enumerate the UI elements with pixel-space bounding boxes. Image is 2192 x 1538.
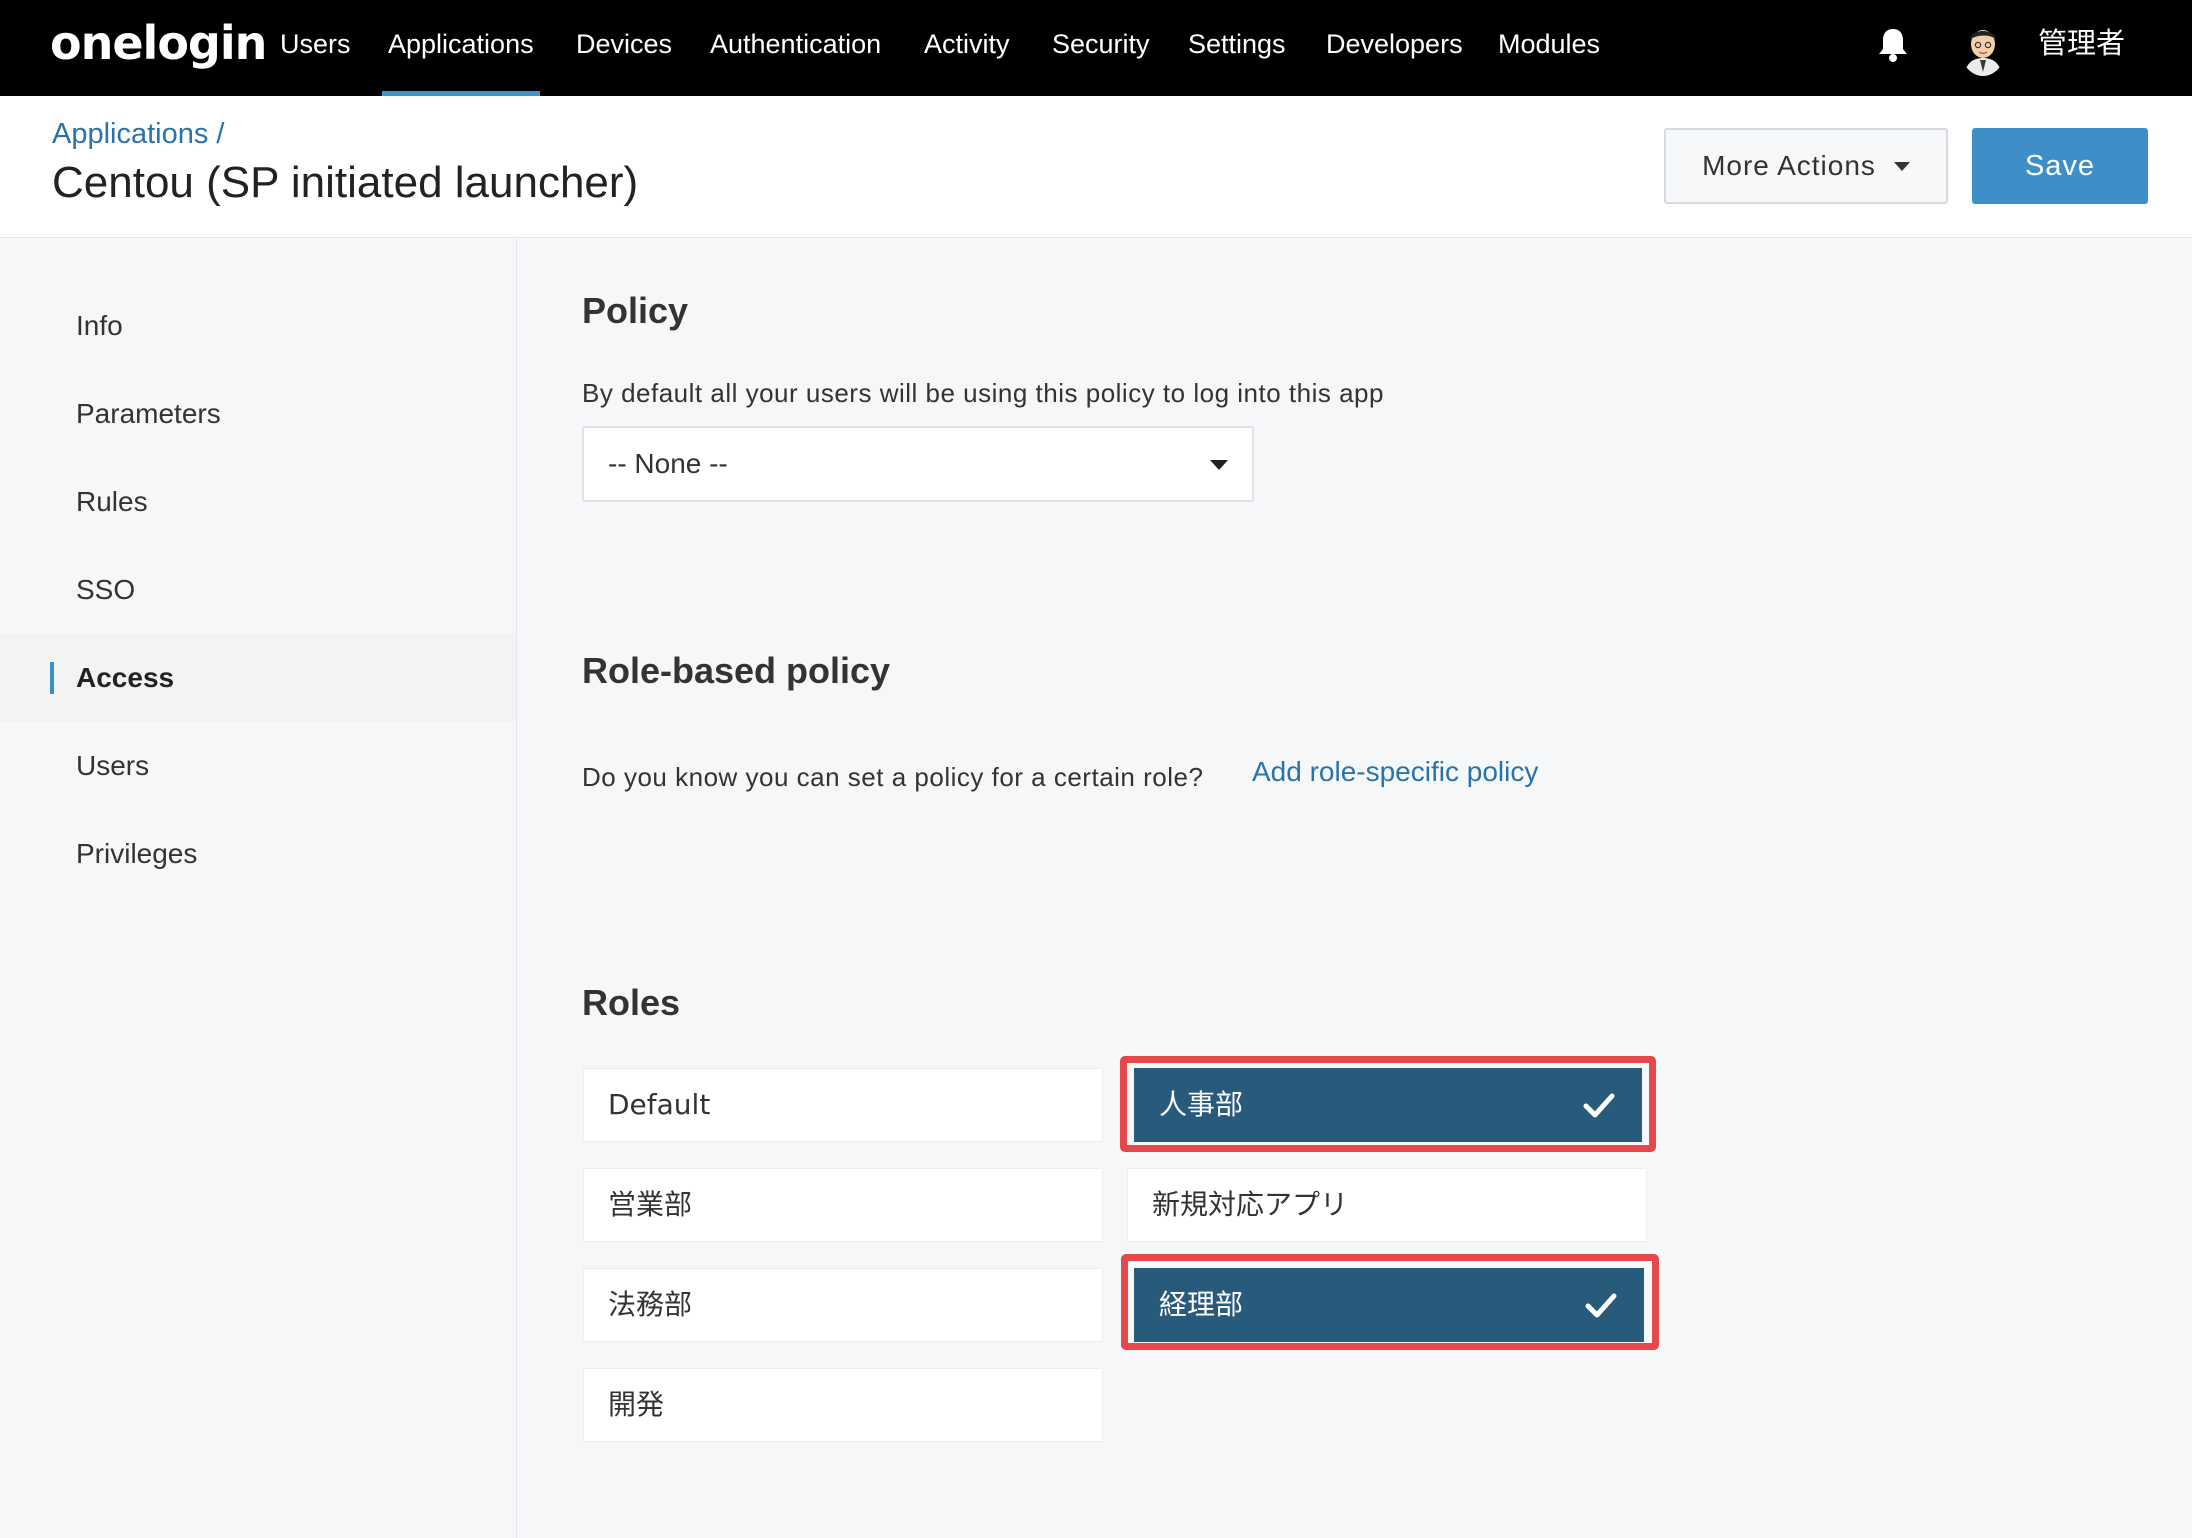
role-label: Default [608,1088,711,1121]
roles-title: Roles [582,982,681,1023]
nav-developers[interactable]: Developers [1320,0,1469,96]
role-label: 人事部 [1159,1088,1244,1121]
sidebar-item-parameters[interactable]: Parameters [0,370,516,458]
add-role-specific-policy-link[interactable]: Add role-specific policy [1252,756,1538,788]
role-item[interactable]: 営業部 [583,1168,1103,1242]
nav-security[interactable]: Security [1046,0,1156,96]
breadcrumb[interactable]: Applications / [52,118,225,151]
role-label: 法務部 [608,1288,693,1321]
role-item[interactable]: Default [583,1068,1103,1142]
sidebar-item-access[interactable]: Access [0,634,516,722]
sidebar: Info Parameters Rules SSO Access Users P… [0,239,517,1538]
nav-modules[interactable]: Modules [1492,0,1606,96]
role-item[interactable]: 法務部 [583,1268,1103,1342]
nav-authentication[interactable]: Authentication [704,0,887,96]
user-avatar-icon[interactable] [1960,20,2006,76]
checkmark-icon [1583,1093,1615,1118]
role-item[interactable]: 開発 [583,1368,1103,1442]
role-label: 新規対応アプリ [1152,1188,1349,1221]
top-navigation: onelogin Users Applications Devices Auth… [0,0,2192,96]
role-item-selected[interactable]: 人事部 [1134,1068,1642,1142]
policy-title: Policy [582,290,689,331]
sidebar-item-info[interactable]: Info [0,282,516,370]
nav-devices[interactable]: Devices [570,0,678,96]
nav-applications[interactable]: Applications [382,0,540,96]
sidebar-item-privileges[interactable]: Privileges [0,810,516,898]
more-actions-label: More Actions [1702,150,1876,181]
sidebar-item-sso[interactable]: SSO [0,546,516,634]
checkmark-icon [1585,1293,1617,1318]
save-button[interactable]: Save [1972,128,2148,204]
onelogin-logo[interactable]: onelogin [50,16,267,70]
role-based-policy-description: Do you know you can set a policy for a c… [582,762,1204,792]
chevron-down-icon [1210,460,1228,470]
sidebar-item-rules[interactable]: Rules [0,458,516,546]
role-based-policy-title: Role-based policy [582,650,891,691]
policy-select-value: -- None -- [608,448,728,479]
nav-settings[interactable]: Settings [1182,0,1292,96]
page-title: Centou (SP initiated launcher) [52,158,639,207]
role-label: 営業部 [608,1188,693,1221]
role-item[interactable]: 新規対応アプリ [1127,1168,1647,1242]
policy-description: By default all your users will be using … [582,378,1384,408]
notification-bell-icon[interactable] [1876,26,1910,64]
admin-name[interactable]: 管理者 [2038,0,2125,96]
role-item-selected[interactable]: 経理部 [1134,1268,1644,1342]
nav-activity[interactable]: Activity [918,0,1016,96]
more-actions-button[interactable]: More Actions [1664,128,1948,204]
page-header: Applications / Centou (SP initiated laun… [0,96,2192,238]
sidebar-item-users[interactable]: Users [0,722,516,810]
caret-down-icon [1893,161,1910,171]
role-label: 経理部 [1159,1288,1244,1321]
policy-select[interactable]: -- None -- [582,426,1254,502]
nav-users[interactable]: Users [274,0,357,96]
role-label: 開発 [608,1388,665,1421]
